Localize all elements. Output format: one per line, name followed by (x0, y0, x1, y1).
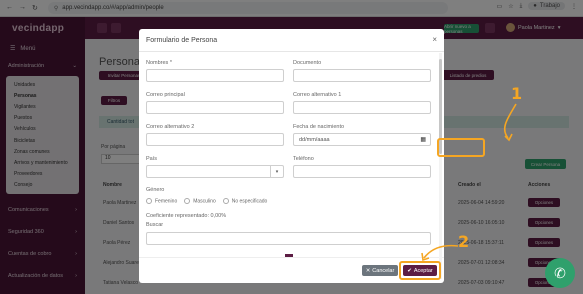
annotation-arrows (421, 103, 517, 262)
arrow-2-icon (423, 244, 459, 259)
phone-icon: ✆ (554, 264, 566, 281)
arrow-1-icon (503, 103, 517, 139)
whatsapp-chat-button[interactable]: ✆ (545, 258, 575, 288)
